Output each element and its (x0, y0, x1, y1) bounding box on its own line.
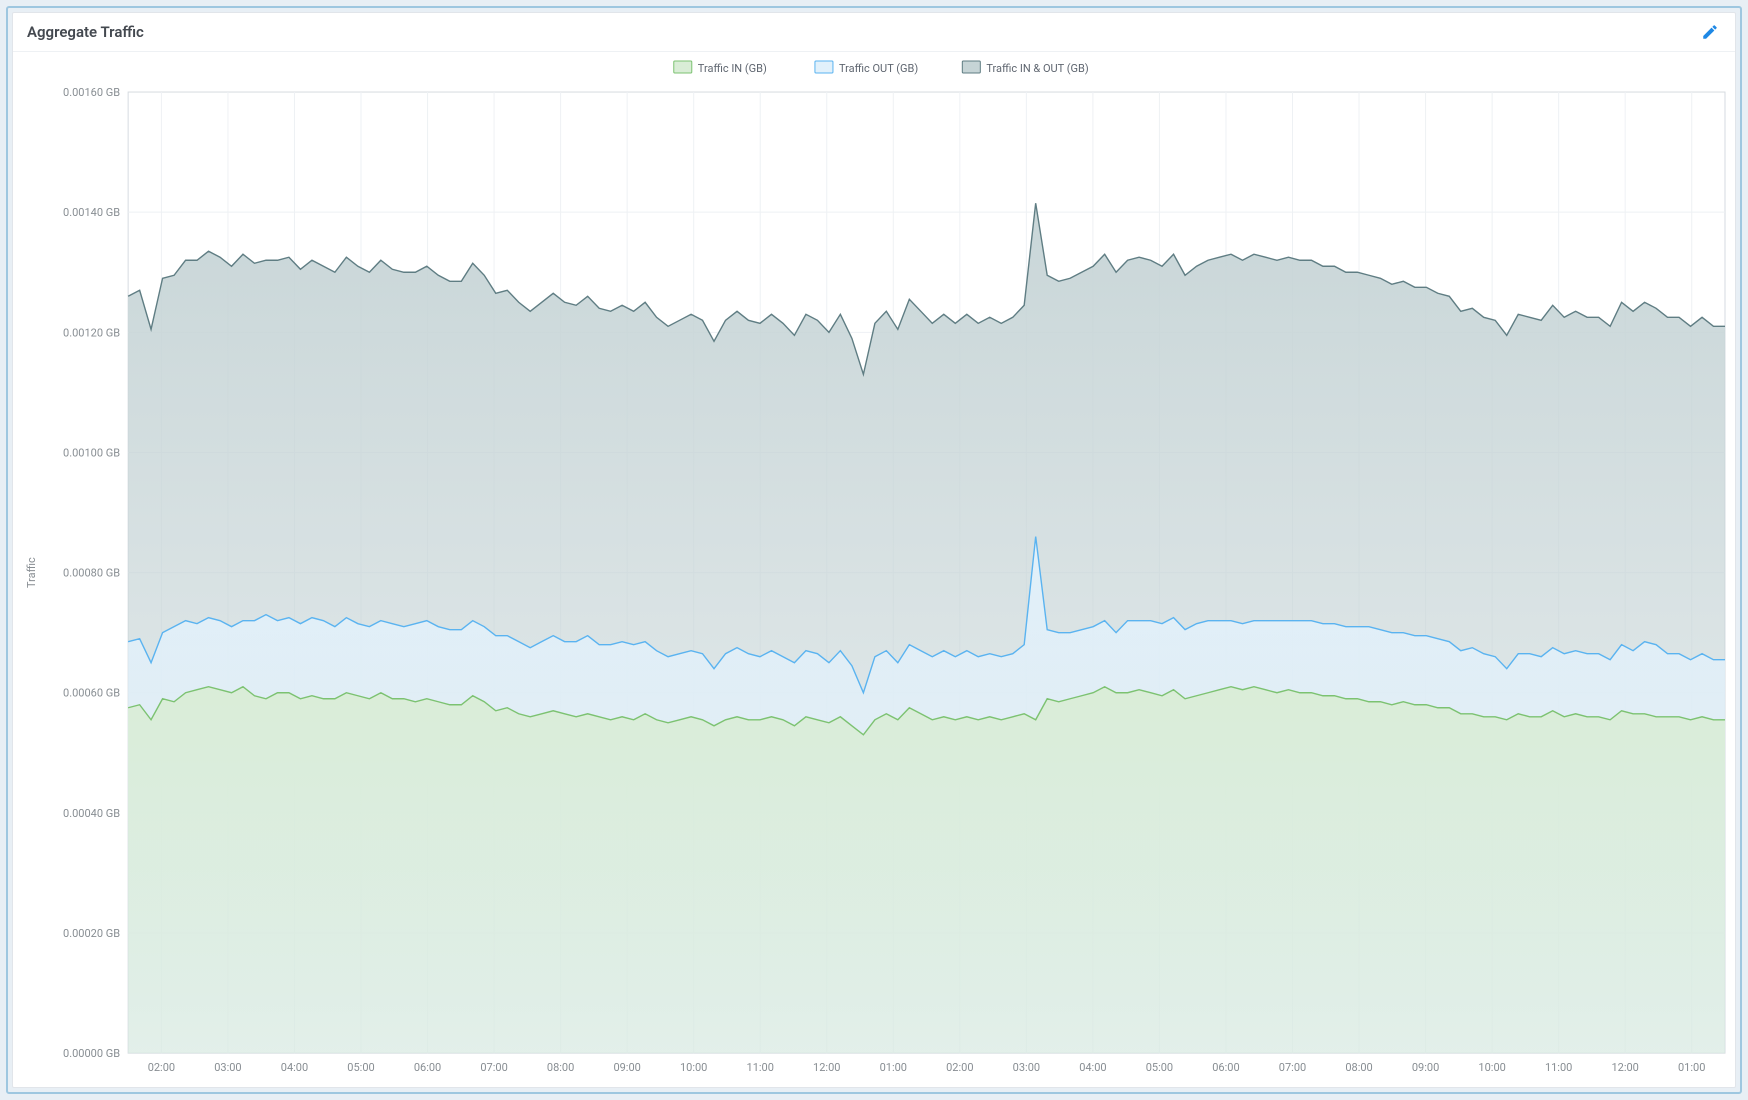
svg-text:0.00140 GB: 0.00140 GB (63, 206, 120, 219)
svg-text:11:00: 11:00 (1545, 1061, 1572, 1074)
svg-text:06:00: 06:00 (414, 1061, 441, 1074)
svg-text:12:00: 12:00 (1611, 1061, 1638, 1074)
svg-text:09:00: 09:00 (613, 1061, 640, 1074)
svg-text:01:00: 01:00 (1678, 1061, 1705, 1074)
svg-text:0.00060 GB: 0.00060 GB (63, 687, 120, 700)
svg-text:05:00: 05:00 (347, 1061, 374, 1074)
card-title: Aggregate Traffic (27, 23, 144, 41)
edit-button[interactable] (1699, 21, 1721, 43)
svg-text:0.00000 GB: 0.00000 GB (63, 1047, 120, 1060)
svg-text:Traffic IN & OUT (GB): Traffic IN & OUT (GB) (986, 62, 1089, 75)
svg-text:08:00: 08:00 (1345, 1061, 1372, 1074)
svg-text:0.00120 GB: 0.00120 GB (63, 326, 120, 339)
svg-text:01:00: 01:00 (880, 1061, 907, 1074)
chart-area[interactable]: 0.00000 GB 0.00020 GB 0.00040 GB 0.00060 GB… (13, 52, 1735, 1093)
svg-text:04:00: 04:00 (281, 1061, 308, 1074)
svg-text:12:00: 12:00 (813, 1061, 840, 1074)
svg-text:Traffic: Traffic (25, 557, 38, 588)
chart-card: Aggregate Traffic 0.00000 GB 0.00020 GB 0.… (12, 12, 1736, 1088)
svg-text:02:00: 02:00 (148, 1061, 175, 1074)
pencil-icon (1701, 23, 1719, 41)
svg-text:Traffic OUT (GB): Traffic OUT (GB) (839, 62, 918, 75)
svg-text:06:00: 06:00 (1212, 1061, 1239, 1074)
svg-text:10:00: 10:00 (1478, 1061, 1505, 1074)
svg-text:0.00080 GB: 0.00080 GB (63, 567, 120, 580)
svg-text:11:00: 11:00 (747, 1061, 774, 1074)
svg-text:0.00020 GB: 0.00020 GB (63, 927, 120, 940)
svg-text:09:00: 09:00 (1412, 1061, 1439, 1074)
svg-text:0.00100 GB: 0.00100 GB (63, 446, 120, 459)
outer-frame: Aggregate Traffic 0.00000 GB0.00020 GB0.… (6, 6, 1742, 1094)
svg-text:10:00: 10:00 (680, 1061, 707, 1074)
svg-text:02:00: 02:00 (946, 1061, 973, 1074)
legend-item-1[interactable]: Traffic OUT (GB) (815, 61, 918, 75)
svg-text:08:00: 08:00 (547, 1061, 574, 1074)
legend-item-2[interactable]: Traffic IN & OUT (GB) (962, 61, 1089, 75)
svg-text:05:00: 05:00 (1146, 1061, 1173, 1074)
svg-text:0.00160 GB: 0.00160 GB (63, 86, 120, 99)
svg-text:07:00: 07:00 (1279, 1061, 1306, 1074)
svg-text:0.00040 GB: 0.00040 GB (63, 807, 120, 820)
card-header: Aggregate Traffic (13, 13, 1735, 52)
svg-text:03:00: 03:00 (214, 1061, 241, 1074)
svg-text:03:00: 03:00 (1013, 1061, 1040, 1074)
svg-text:04:00: 04:00 (1079, 1061, 1106, 1074)
legend-item-0[interactable]: Traffic IN (GB) (674, 61, 767, 75)
svg-text:Traffic IN (GB): Traffic IN (GB) (698, 62, 767, 75)
svg-text:07:00: 07:00 (480, 1061, 507, 1074)
